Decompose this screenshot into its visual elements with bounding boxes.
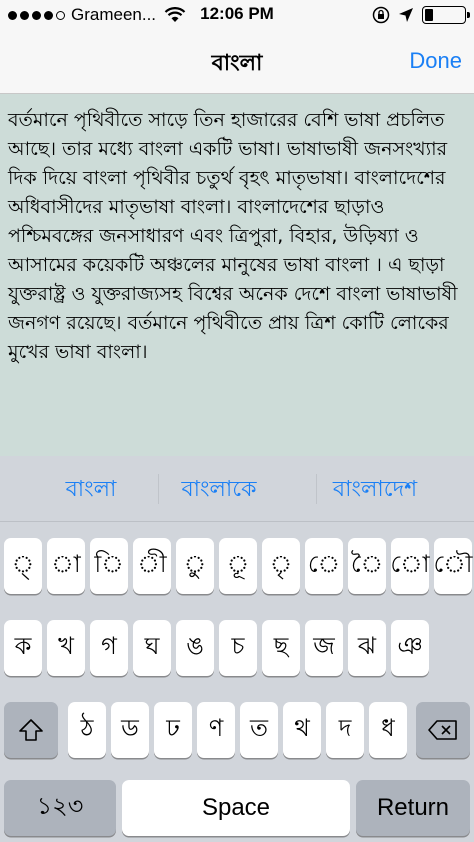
consonant-key-6[interactable]: ছ [262,620,300,676]
vowel-sign-key-4[interactable]: ু [176,538,214,594]
consonant-key-0[interactable]: ক [4,620,42,676]
status-bar: Grameen... 12:06 PM [0,0,474,30]
numbers-key[interactable]: ১২৩ [4,780,116,836]
vowel-sign-key-2[interactable]: ি [90,538,128,594]
text-editor-content[interactable]: বর্তমানে পৃথিবীতে সাড়ে তিন হাজারের বেশি… [8,106,466,367]
consonant-row3-key-1[interactable]: ড [111,702,149,758]
navigation-bar: বাংলা Done [0,30,474,94]
vowel-sign-key-6[interactable]: ৃ [262,538,300,594]
status-right [372,6,470,24]
vowel-sign-key-3[interactable]: ী [133,538,171,594]
location-arrow-icon [399,8,413,22]
consonant-key-1[interactable]: খ [47,620,85,676]
shift-arrow-icon [19,719,43,741]
consonant-row3-key-7[interactable]: ধ [369,702,407,758]
vowel-sign-key-1[interactable]: া [47,538,85,594]
consonant-key-3[interactable]: ঘ [133,620,171,676]
consonant-row3-key-4[interactable]: ত [240,702,278,758]
consonant-key-9[interactable]: ঞ [391,620,429,676]
consonant-row3-key-5[interactable]: থ [283,702,321,758]
consonant-key-2[interactable]: গ [90,620,128,676]
vowel-sign-key-10[interactable]: ৌ [433,538,473,594]
vowel-sign-key-0[interactable]: ্ [4,538,42,594]
consonant-key-4[interactable]: ঙ [176,620,214,676]
consonant-row3-key-6[interactable]: দ [326,702,364,758]
rotation-lock-icon [372,6,390,24]
vowel-sign-key-5[interactable]: ূ [219,538,257,594]
consonant-row3-key-0[interactable]: ঠ [68,702,106,758]
backspace-key[interactable] [416,702,470,758]
vowel-sign-key-7[interactable]: ে [305,538,343,594]
suggestion-bar: বাংলা বাংলাকে বাংলাদেশ [0,456,474,522]
return-key[interactable]: Return [356,780,470,836]
backspace-icon [428,720,457,740]
nav-title: বাংলা [211,51,263,76]
consonant-key-7[interactable]: জ [305,620,343,676]
suggestion-3[interactable]: বাংলাদেশ [296,472,454,509]
suggestion-2[interactable]: বাংলাকে [140,472,298,509]
text-editor[interactable]: বর্তমানে পৃথিবীতে সাড়ে তিন হাজারের বেশি… [0,94,474,456]
consonant-key-5[interactable]: চ [219,620,257,676]
consonant-key-8[interactable]: ঝ [348,620,386,676]
done-button[interactable]: Done [409,48,462,74]
vowel-sign-key-9[interactable]: ো [390,538,430,594]
shift-key[interactable] [4,702,58,758]
battery-icon [422,6,470,24]
consonant-row3-key-2[interactable]: ঢ [154,702,192,758]
keyboard: বাংলা বাংলাকে বাংলাদেশ ্ািীুূৃেৈোৌ কখগঘঙ… [0,456,474,842]
consonant-row3-key-3[interactable]: ণ [197,702,235,758]
space-key[interactable]: Space [122,780,350,836]
vowel-sign-key-8[interactable]: ৈ [348,538,386,594]
